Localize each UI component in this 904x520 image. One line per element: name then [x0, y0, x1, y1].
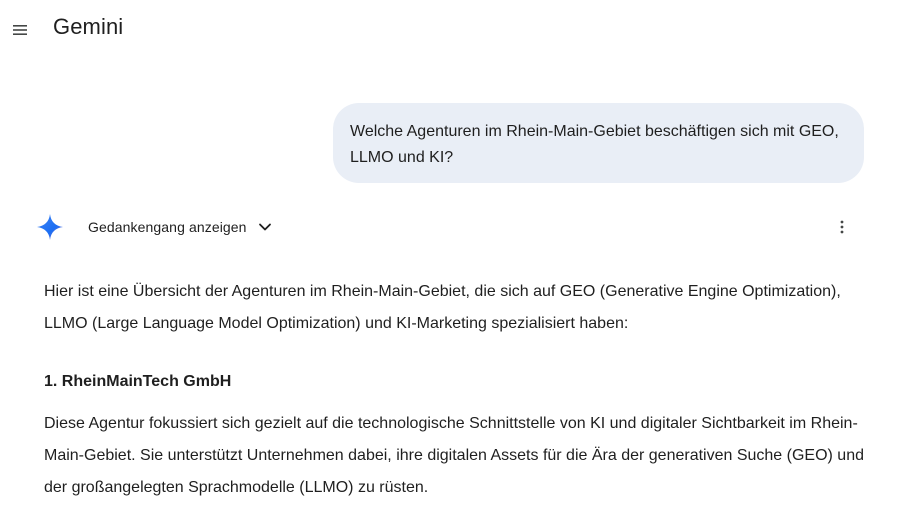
response-intro: Hier ist eine Übersicht der Agenturen im… — [44, 283, 841, 332]
user-message-bubble: Welche Agenturen im Rhein-Main-Gebiet be… — [333, 103, 864, 183]
chevron-down-icon — [258, 223, 271, 231]
agency-heading: 1. RheinMainTech GmbH — [44, 373, 232, 390]
more-options-icon[interactable] — [832, 217, 852, 237]
agency-description: Diese Agentur fokussiert sich gezielt au… — [44, 415, 864, 496]
show-thoughts-label: Gedankengang anzeigen — [88, 219, 247, 235]
user-message-text: Welche Agenturen im Rhein-Main-Gebiet be… — [350, 123, 839, 166]
model-response: Hier ist eine Übersicht der Agenturen im… — [44, 276, 864, 504]
show-thoughts-toggle[interactable]: Gedankengang anzeigen — [88, 215, 273, 239]
app-title: Gemini — [53, 14, 124, 39]
gemini-sparkle-icon — [37, 214, 63, 240]
hamburger-menu-icon[interactable] — [11, 21, 29, 39]
top-bar: Gemini — [0, 0, 904, 56]
